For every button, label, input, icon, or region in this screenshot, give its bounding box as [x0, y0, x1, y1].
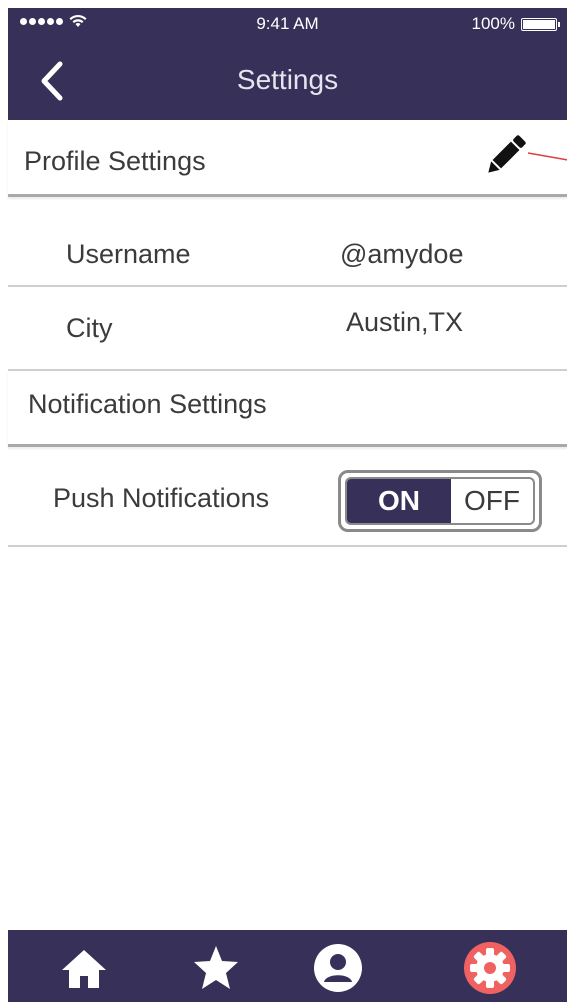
notification-settings-title: Notification Settings — [28, 389, 267, 419]
toggle-on-option[interactable]: ON — [347, 479, 451, 523]
toggle-track: ON OFF — [345, 477, 535, 525]
notification-settings-header: Notification Settings — [8, 371, 567, 447]
profile-settings-header: Profile Settings — [8, 120, 567, 197]
pencil-icon — [488, 135, 526, 173]
toggle-off-option[interactable]: OFF — [451, 479, 533, 523]
user-icon — [314, 944, 362, 992]
home-icon — [62, 950, 106, 988]
city-label: City — [66, 313, 113, 343]
gear-icon — [464, 942, 516, 994]
settings-screen: 9:41 AM 100% Settings Profile Settings U… — [0, 0, 567, 1002]
profile-settings-title: Profile Settings — [24, 146, 206, 176]
header: 9:41 AM 100% Settings — [8, 8, 567, 120]
push-notifications-toggle[interactable]: ON OFF — [338, 470, 542, 532]
edit-profile-button[interactable] — [481, 130, 531, 180]
tab-bar — [8, 930, 567, 1002]
username-label: Username — [66, 239, 191, 269]
status-bar: 9:41 AM 100% — [8, 8, 567, 44]
nav-bar: Settings — [8, 44, 567, 120]
tab-profile[interactable] — [310, 940, 366, 996]
battery-icon — [521, 17, 560, 31]
tab-settings[interactable] — [462, 940, 518, 996]
status-right: 100% — [471, 14, 560, 34]
battery-percent: 100% — [471, 14, 515, 33]
star-icon — [194, 946, 238, 989]
city-value: Austin,TX — [346, 307, 464, 337]
username-value: @amydoe — [340, 239, 464, 269]
tab-home[interactable] — [56, 940, 112, 996]
push-notifications-label: Push Notifications — [53, 483, 270, 513]
username-row[interactable]: Username @amydoe — [8, 197, 567, 287]
page-title: Settings — [236, 64, 339, 95]
annotation-line — [528, 152, 567, 161]
tab-favorites[interactable] — [188, 940, 244, 996]
city-row[interactable]: City Austin,TX — [8, 287, 567, 371]
